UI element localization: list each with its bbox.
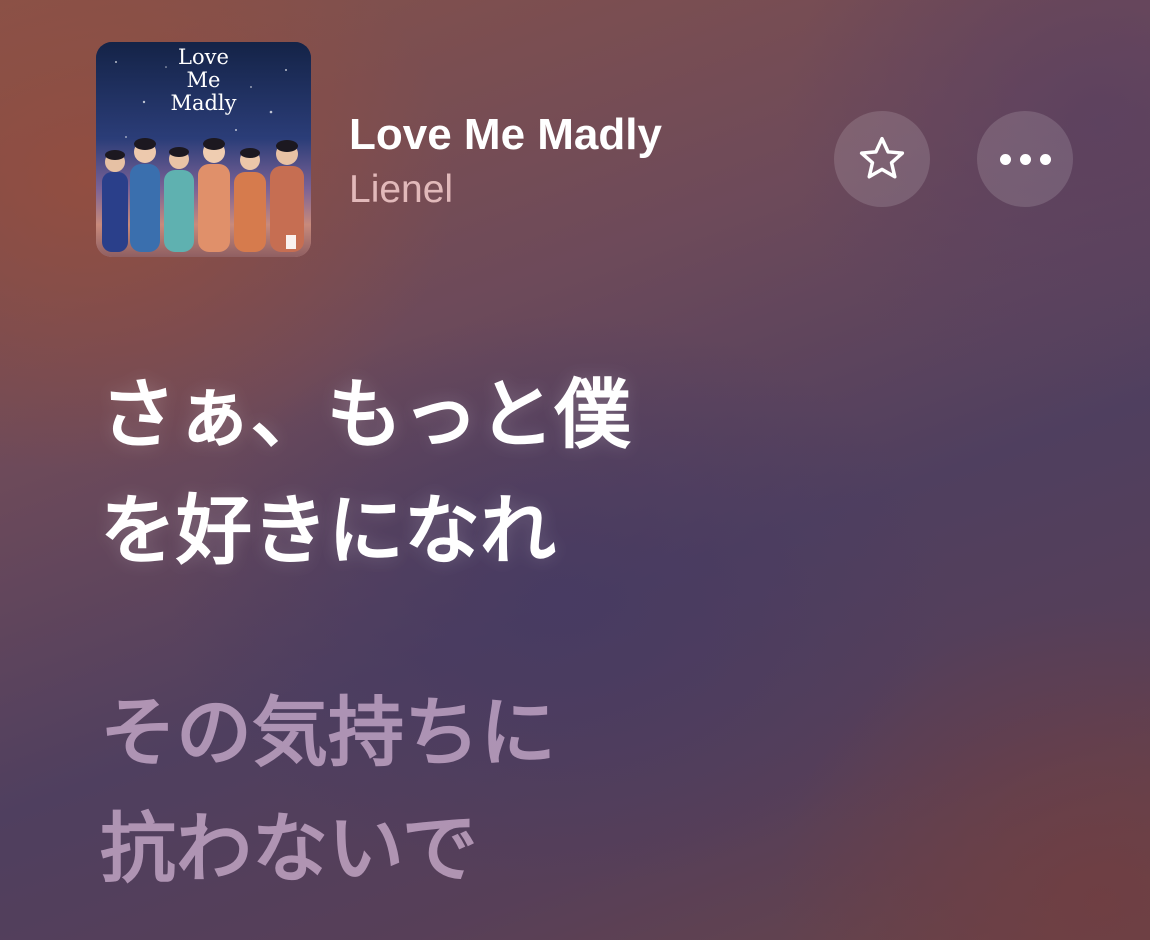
lyric-text: 抗わないで	[100, 804, 478, 893]
album-artwork[interactable]: Love Me Madly	[96, 42, 311, 257]
track-artist[interactable]: Lienel	[349, 167, 453, 213]
track-title[interactable]: Love Me Madly	[349, 110, 662, 160]
ellipsis-icon	[999, 153, 1051, 165]
favorite-button[interactable]	[834, 111, 930, 207]
album-art-title: Love Me Madly	[170, 45, 237, 115]
lyric-line-upcoming[interactable]: その気持ちに 抗わないで	[100, 675, 860, 907]
lyric-line-active[interactable]: さぁ、もっと僕 を好きになれ	[100, 357, 860, 589]
lyric-text: その気持ちに	[100, 688, 556, 777]
star-outline-icon	[859, 136, 905, 179]
lyric-text: を好きになれ	[100, 486, 556, 575]
more-options-button[interactable]	[977, 111, 1073, 207]
lyric-text: さぁ、もっと僕	[100, 370, 631, 459]
